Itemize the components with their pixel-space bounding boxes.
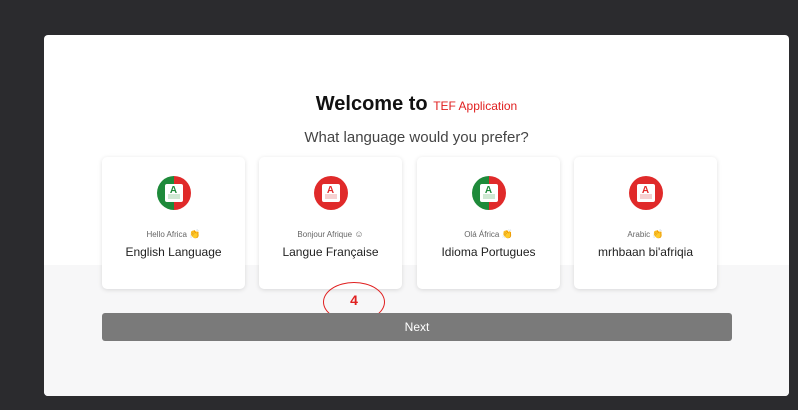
flag-icon: A [471,176,506,210]
language-modal: Welcome to TEF Application What language… [44,35,789,396]
greeting-text: Bonjour Afrique ☺ [297,229,364,239]
language-label: English Language [125,245,222,259]
flag-letter: A [169,185,178,196]
language-card-english[interactable]: A Hello Africa 👏 English Language [102,157,245,289]
welcome-prefix: Welcome to [315,93,428,115]
language-options: A Hello Africa 👏 English Language A Bonj… [102,157,718,289]
language-prompt: What language would you prefer? [304,129,529,146]
flag-icon: A [313,176,348,210]
clap-icon: 👏 [652,229,664,239]
flag-letter: A [326,185,335,196]
brand-name: TEF Application [433,99,518,113]
language-label: mrhbaan bi'afriqia [597,245,693,259]
flag-letter: A [641,185,650,196]
next-button[interactable]: Next [102,313,732,341]
language-card-arabic[interactable]: A Arabic 👏 mrhbaan bi'afriqia [574,157,717,289]
language-label: Langue Française [282,245,379,259]
greeting-text: Arabic 👏 [627,229,664,239]
greeting-text: Olá África 👏 [464,229,513,239]
language-card-french[interactable]: A Bonjour Afrique ☺ Langue Française [259,157,402,289]
clap-icon: 👏 [189,229,201,239]
flag-icon: A [156,176,191,210]
smile-icon: ☺ [354,229,364,239]
step-number: 4 [350,292,358,308]
flag-letter: A [484,185,493,196]
clap-icon: 👏 [501,229,513,239]
flag-icon: A [628,176,663,210]
greeting-text: Hello Africa 👏 [146,229,201,239]
welcome-title: Welcome to TEF Application [44,93,789,116]
language-card-portuguese[interactable]: A Olá África 👏 Idioma Portugues [417,157,560,289]
language-label: Idioma Portugues [441,245,536,259]
